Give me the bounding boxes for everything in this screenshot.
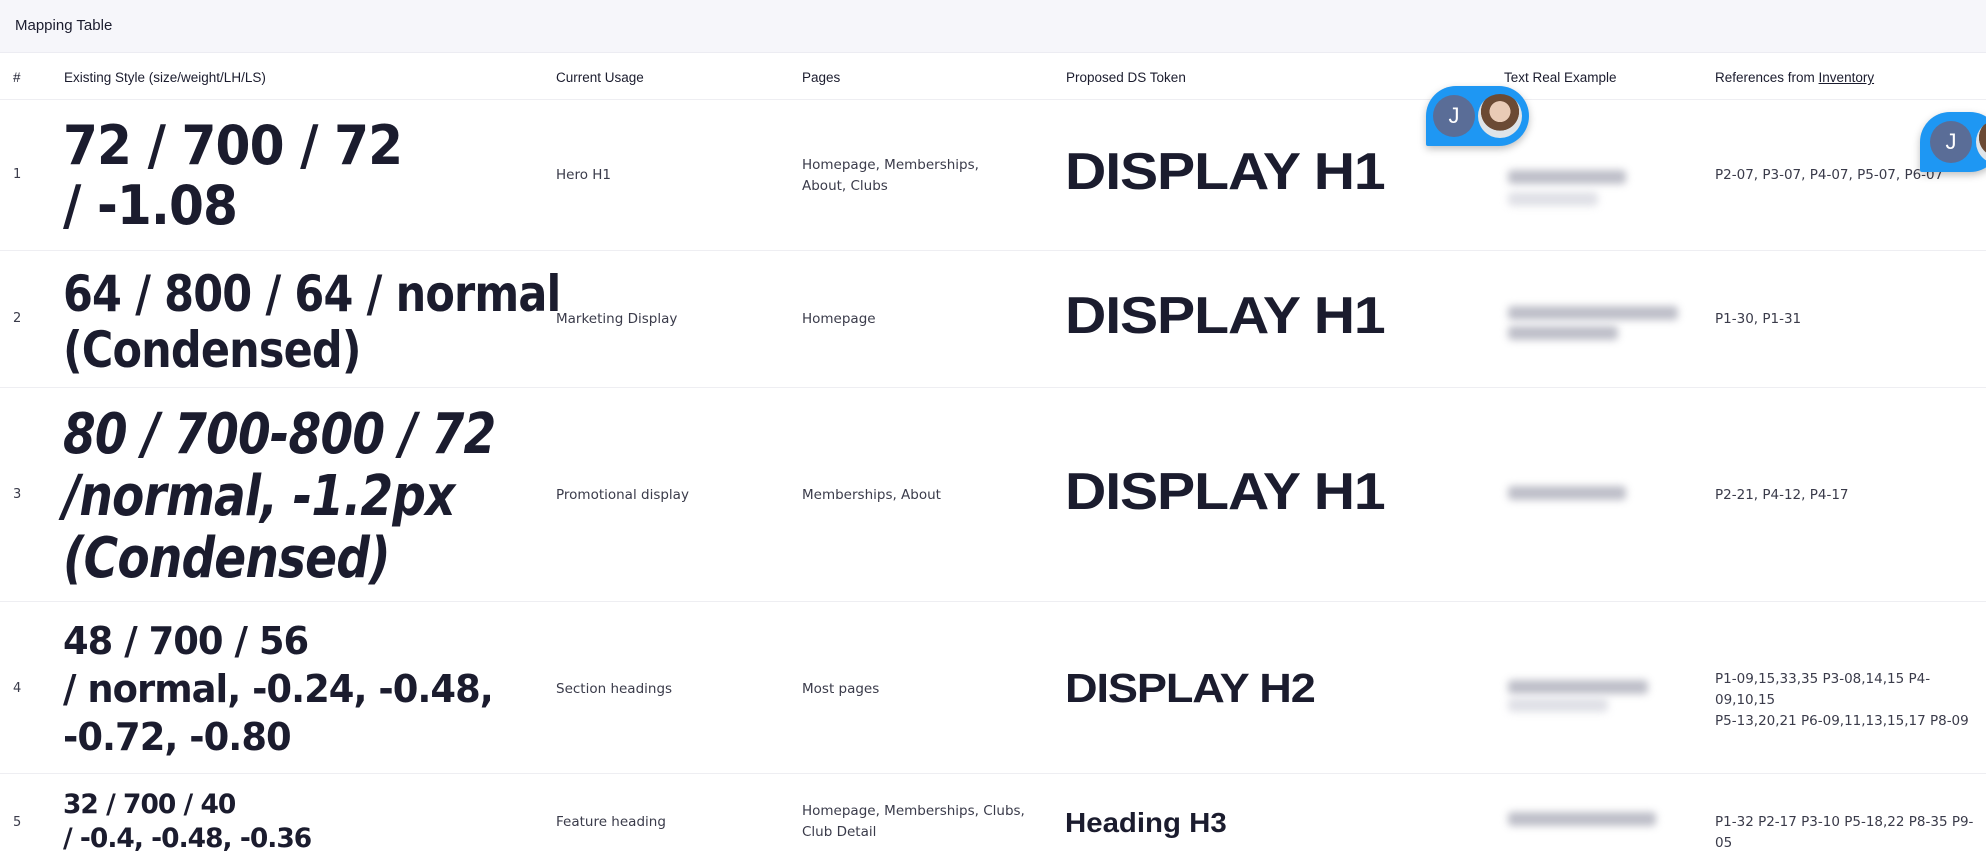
- existing-style-sample: 72 / 700 / 72 / -1.08: [63, 114, 403, 237]
- existing-style-line: -0.72, -0.80: [63, 715, 292, 759]
- blurred-example-text: [1508, 486, 1626, 500]
- user-photo-avatar-icon: [1478, 94, 1522, 138]
- proposed-token: DISPLAY H2: [1065, 665, 1316, 711]
- row-number: 3: [13, 487, 22, 502]
- divider: [0, 99, 1986, 100]
- proposed-token: DISPLAY H1: [1065, 143, 1386, 201]
- existing-style-line: 80 / 700-800 / 72: [63, 402, 496, 467]
- current-usage: Feature heading: [556, 814, 666, 830]
- blurred-example-text: [1508, 306, 1678, 320]
- blurred-example-text: [1508, 326, 1618, 340]
- existing-style-sample: 64 / 800 / 64 / normal (Condensed): [63, 265, 561, 379]
- divider: [0, 773, 1986, 774]
- divider: [0, 250, 1986, 251]
- blurred-example-text: [1508, 680, 1648, 694]
- column-header-text-example: Text Real Example: [1504, 70, 1617, 85]
- user-photo-avatar-icon: [1976, 120, 1986, 164]
- avatar: J: [1930, 121, 1972, 163]
- proposed-token: Heading H3: [1065, 807, 1227, 838]
- blurred-example-text: [1508, 192, 1598, 206]
- references: P1-09,15,33,35 P3-08,14,15 P4-09,10,15 P…: [1715, 669, 1986, 732]
- existing-style-line: 48 / 700 / 56: [63, 619, 309, 663]
- pages-list: Memberships, About: [802, 487, 941, 503]
- existing-style-line: /normal, -1.2px: [63, 464, 455, 529]
- references: P2-21, P4-12, P4-17: [1715, 487, 1849, 503]
- existing-style-sample: 48 / 700 / 56 / normal, -0.24, -0.48, -0…: [63, 617, 494, 761]
- existing-style-line: / -1.08: [63, 174, 238, 237]
- existing-style-line: / -0.4, -0.48, -0.36: [63, 823, 312, 854]
- proposed-token: DISPLAY H1: [1065, 287, 1386, 345]
- row-number: 5: [13, 815, 22, 830]
- row-number: 4: [13, 681, 22, 696]
- blurred-example-text: [1508, 698, 1608, 712]
- avatar: J: [1433, 95, 1475, 137]
- existing-style-line: (Condensed): [63, 321, 362, 379]
- column-header-current-usage: Current Usage: [556, 70, 644, 85]
- current-usage: Marketing Display: [556, 311, 678, 327]
- divider: [0, 601, 1986, 602]
- inventory-link[interactable]: Inventory: [1819, 70, 1875, 85]
- pages-list: Most pages: [802, 681, 880, 697]
- column-header-existing-style: Existing Style (size/weight/LH/LS): [64, 70, 266, 85]
- existing-style-line: 72 / 700 / 72: [63, 114, 403, 177]
- existing-style-sample: 80 / 700-800 / 72 /normal, -1.2px (Conde…: [63, 402, 496, 591]
- proposed-token: DISPLAY H1: [1065, 463, 1386, 521]
- existing-style-sample: 32 / 700 / 40 / -0.4, -0.48, -0.36: [63, 788, 312, 856]
- references: P1-30, P1-31: [1715, 311, 1802, 327]
- current-usage: Promotional display: [556, 487, 689, 503]
- pages-list: Homepage, Memberships, Clubs, Club Detai…: [802, 803, 1025, 840]
- column-header-proposed-token: Proposed DS Token: [1066, 70, 1186, 85]
- references: P2-07, P3-07, P4-07, P5-07, P6-07: [1715, 167, 1944, 183]
- references-prefix: References from: [1715, 70, 1819, 85]
- references-line: P5-13,20,21 P6-09,11,13,15,17 P8-09: [1715, 713, 1969, 729]
- pages-list: Homepage: [802, 311, 876, 327]
- column-header-pages: Pages: [802, 70, 841, 85]
- existing-style-line: / normal, -0.24, -0.48,: [63, 667, 494, 711]
- current-usage: Hero H1: [556, 167, 612, 183]
- row-number: 1: [13, 167, 22, 182]
- title-bar: Mapping Table: [0, 0, 1986, 53]
- divider: [0, 387, 1986, 388]
- blurred-example-text: [1508, 170, 1626, 184]
- collaborator-cursor[interactable]: J: [1426, 86, 1529, 146]
- current-usage: Section headings: [556, 681, 673, 697]
- blurred-example-text: [1508, 812, 1656, 826]
- row-number: 2: [13, 311, 22, 326]
- references-line: P1-09,15,33,35 P3-08,14,15 P4-09,10,15: [1715, 671, 1931, 708]
- column-header-num: #: [13, 70, 21, 85]
- existing-style-line: (Condensed): [63, 526, 391, 591]
- page-title: Mapping Table: [15, 17, 113, 34]
- pages-list: Homepage, Memberships, About, Clubs: [802, 157, 979, 194]
- existing-style-line: 32 / 700 / 40: [63, 789, 236, 820]
- existing-style-line: 64 / 800 / 64 / normal: [63, 265, 561, 323]
- collaborator-cursor[interactable]: J: [1920, 112, 1986, 172]
- column-header-references: References from Inventory: [1715, 70, 1874, 85]
